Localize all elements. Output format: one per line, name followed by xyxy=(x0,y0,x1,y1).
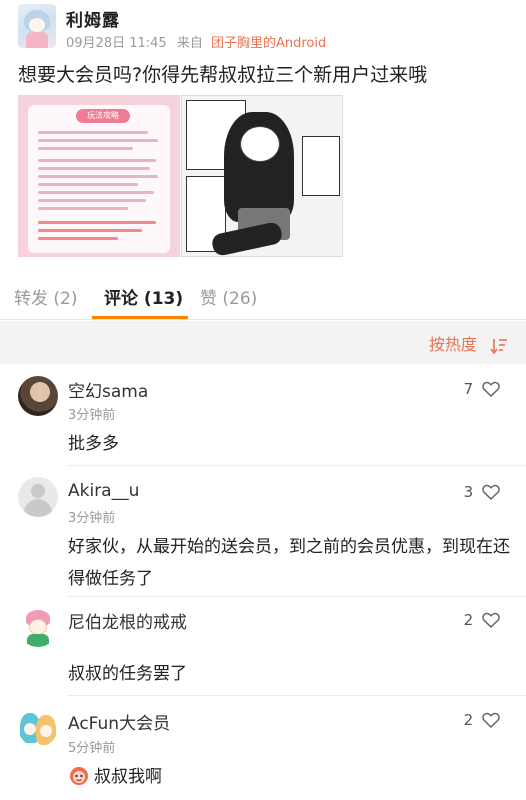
post-header: 利姆露 09月28日 11:45 来自 团子胸里的Android xyxy=(0,0,526,60)
active-tab-indicator xyxy=(92,316,188,319)
comment-text: 叔叔我啊 xyxy=(94,767,162,787)
tab-repost[interactable]: 转发 (2) xyxy=(14,284,77,309)
like-count: 3 xyxy=(463,483,474,501)
post-image-manga[interactable] xyxy=(181,95,343,257)
sort-icon xyxy=(490,338,507,354)
tab-likes[interactable]: 赞 (26) xyxy=(200,284,257,309)
comment-divider xyxy=(68,596,526,597)
commenter-avatar[interactable] xyxy=(18,607,58,647)
post-time: 09月28日 11:45 xyxy=(66,36,167,51)
commenter-name[interactable]: AcFun大会员 xyxy=(68,709,170,734)
like-button[interactable]: 2 xyxy=(464,711,500,729)
like-button[interactable]: 7 xyxy=(464,380,500,398)
commenter-name[interactable]: 空幻sama xyxy=(68,377,148,402)
sort-label: 按热度 xyxy=(428,335,477,354)
comment-text: 叔叔的任务罢了 xyxy=(68,664,187,684)
comment-item: 尼伯龙根的戒戒 叔叔的任务罢了 2 xyxy=(0,598,526,696)
like-count: 2 xyxy=(463,711,474,729)
commenter-name[interactable]: Akira__u xyxy=(68,481,139,501)
comment-divider xyxy=(68,465,526,466)
post-meta: 09月28日 11:45 来自 团子胸里的Android xyxy=(66,32,326,51)
commenter-avatar[interactable] xyxy=(18,477,58,517)
tab-bar: 转发 (2) 评论 (13) 赞 (26) xyxy=(0,268,526,320)
sort-bar: 按热度 xyxy=(0,321,526,364)
heart-icon xyxy=(482,484,500,501)
like-button[interactable]: 3 xyxy=(464,483,500,501)
heart-icon xyxy=(482,381,500,398)
like-count: 2 xyxy=(463,611,474,629)
comment-divider xyxy=(68,695,526,696)
cute-face-emoji-icon xyxy=(70,767,88,785)
heart-icon xyxy=(482,712,500,729)
comment-item: AcFun大会员 5分钟前 叔叔我啊 2 xyxy=(0,697,526,800)
tab-comments[interactable]: 评论 (13) xyxy=(104,284,183,309)
like-count: 7 xyxy=(463,380,474,398)
author-name[interactable]: 利姆露 xyxy=(66,6,120,31)
commenter-avatar[interactable] xyxy=(18,376,58,416)
post-image-guide[interactable]: 玩法攻略 xyxy=(18,95,180,257)
comment-time: 3分钟前 xyxy=(68,408,116,423)
source-prefix: 来自 xyxy=(176,36,203,51)
comment-item: 空幻sama 3分钟前 批多多 7 xyxy=(0,366,526,466)
comment-text-row: 叔叔我啊 xyxy=(68,761,513,793)
author-avatar[interactable] xyxy=(18,4,56,48)
like-button[interactable]: 2 xyxy=(464,611,500,629)
comment-text: 好家伙，从最开始的送会员，到之前的会员优惠，到现在还得做任务了 xyxy=(68,537,510,589)
commenter-name[interactable]: 尼伯龙根的戒戒 xyxy=(68,608,187,633)
comment-time: 3分钟前 xyxy=(68,511,116,526)
post-text: 想要大会员吗?你得先帮叔叔拉三个新用户过来哦 xyxy=(18,64,428,86)
source-link[interactable]: 团子胸里的Android xyxy=(211,36,326,51)
commenter-avatar[interactable] xyxy=(18,707,58,747)
heart-icon xyxy=(482,612,500,629)
comment-time: 5分钟前 xyxy=(68,741,116,756)
sort-button[interactable]: 按热度 xyxy=(429,331,508,355)
comment-text: 批多多 xyxy=(68,434,119,454)
guide-title: 玩法攻略 xyxy=(76,109,130,123)
comment-item: Akira__u 3分钟前 好家伙，从最开始的送会员，到之前的会员优惠，到现在还… xyxy=(0,467,526,597)
